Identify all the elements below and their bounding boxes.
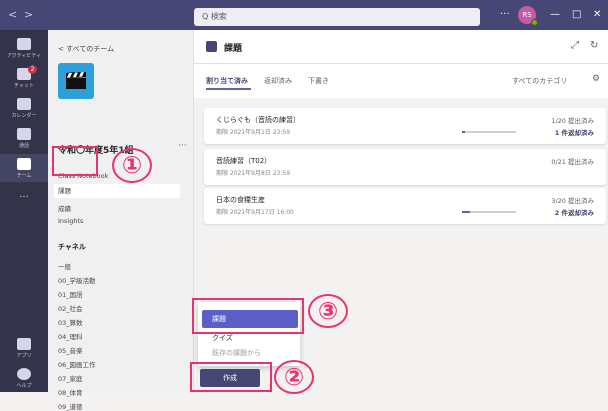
- marker-3: ③: [308, 294, 348, 328]
- forward-arrow-icon[interactable]: >: [24, 8, 33, 22]
- phone-icon: [17, 128, 31, 140]
- teams-icon: [17, 158, 31, 170]
- gear-icon[interactable]: ⚙: [592, 74, 600, 84]
- tab-assigned[interactable]: 割り当て済み: [206, 76, 248, 86]
- channel-item[interactable]: 02_社会: [58, 303, 83, 313]
- notification-badge: 2: [28, 65, 37, 74]
- assignment-due: 期限 2021年9月8日 23:59: [216, 170, 291, 177]
- assignment-due: 期限 2021年9月1日 23:59: [216, 129, 291, 136]
- rail-label: カレンダー: [11, 113, 37, 119]
- rail-label: ヘルプ: [16, 383, 32, 389]
- rail-label: 通話: [18, 143, 29, 149]
- highlight-box-assignment-item: [192, 298, 304, 334]
- highlight-box-assignments: [52, 146, 98, 176]
- rail-item-teams[interactable]: チーム: [0, 154, 48, 182]
- rail-label: アプリ: [16, 353, 32, 359]
- progress-fill: [462, 211, 471, 213]
- minimize-button[interactable]: —: [550, 8, 560, 22]
- channels-header: チャネル: [58, 243, 86, 251]
- rail-label: チャット: [14, 83, 34, 89]
- avatar[interactable]: RS: [518, 6, 538, 26]
- channel-item[interactable]: 00_学級活動: [58, 275, 96, 285]
- team-avatar: [58, 63, 94, 99]
- menu-item-from-existing[interactable]: 既存の課題から: [202, 346, 298, 360]
- rail-item-more[interactable]: ···: [0, 190, 48, 203]
- nav-item-insights[interactable]: Insights: [58, 217, 83, 225]
- marker-1: ①: [112, 148, 152, 183]
- team-pane: < すべてのチーム 令和〇年度5年1組 ··· Class Notebook 課…: [48, 30, 194, 411]
- assignment-title: 日本の食糧生産: [216, 196, 265, 204]
- channel-item[interactable]: 05_音楽: [58, 345, 83, 355]
- search-input[interactable]: Q 検索: [194, 8, 480, 26]
- expand-icon[interactable]: ⤢: [571, 40, 579, 51]
- returned-count: 1 件返却済み: [554, 129, 594, 137]
- marker-2: ②: [274, 360, 314, 394]
- submitted-count: 0/21 提出済み: [551, 158, 594, 166]
- progress-bar: [462, 211, 516, 213]
- apps-icon: [17, 338, 31, 350]
- rail-item-apps[interactable]: アプリ: [0, 338, 48, 359]
- assignments-icon: [206, 41, 217, 52]
- rail-item-activity[interactable]: アクティビティ: [0, 38, 48, 59]
- tab-drafts[interactable]: 下書き: [308, 76, 329, 86]
- tab-returned[interactable]: 返却済み: [264, 76, 292, 86]
- help-icon: [17, 368, 31, 380]
- bell-icon: [17, 38, 31, 50]
- team-more-button[interactable]: ···: [178, 141, 187, 151]
- category-filter[interactable]: すべてのカテゴリ: [512, 76, 567, 86]
- refresh-icon[interactable]: ↻: [590, 40, 598, 51]
- assignment-card[interactable]: 音読練習（T02） 期限 2021年9月8日 23:59 0/21 提出済み: [204, 149, 606, 185]
- assignment-due: 期限 2021年9月17日 16:00: [216, 209, 294, 216]
- channel-item[interactable]: 一般: [58, 261, 71, 271]
- submitted-count: 3/20 提出済み: [551, 197, 594, 205]
- channel-item[interactable]: 08_体育: [58, 387, 83, 397]
- assignment-title: くじらぐも（音読の練習）: [216, 116, 300, 124]
- submitted-count: 1/20 提出済み: [551, 117, 594, 125]
- more-options-icon[interactable]: ···: [500, 8, 510, 22]
- more-icon: ···: [19, 192, 29, 203]
- calendar-icon: [17, 98, 31, 110]
- assignment-card[interactable]: くじらぐも（音読の練習） 期限 2021年9月1日 23:59 1/20 提出済…: [204, 108, 606, 144]
- progress-fill: [462, 131, 465, 133]
- returned-count: 2 件返却済み: [554, 209, 594, 217]
- channel-item[interactable]: 03_算数: [58, 317, 83, 327]
- page-title: 課題: [224, 44, 243, 54]
- rail-item-chat[interactable]: 2 チャット: [0, 65, 48, 89]
- rail-item-calendar[interactable]: カレンダー: [0, 98, 48, 119]
- rail-label: チーム: [16, 173, 32, 179]
- title-bar: < > Q 検索 ··· RS — □ ✕: [0, 0, 608, 30]
- tab-bar: 割り当て済み 返却済み 下書き すべてのカテゴリ ⚙: [194, 64, 608, 98]
- channel-item[interactable]: 07_家庭: [58, 373, 83, 383]
- rail-item-help[interactable]: ヘルプ: [0, 368, 48, 389]
- channel-item[interactable]: 09_道徳: [58, 401, 83, 411]
- presence-icon: [531, 19, 538, 26]
- close-button[interactable]: ✕: [593, 8, 601, 22]
- channel-item[interactable]: 01_国語: [58, 289, 83, 299]
- back-arrow-icon[interactable]: <: [8, 8, 17, 22]
- rail-label: アクティビティ: [6, 53, 42, 59]
- highlight-box-create: [190, 362, 272, 392]
- nav-item-grades[interactable]: 成績: [58, 203, 71, 213]
- assignment-card[interactable]: 日本の食糧生産 期限 2021年9月17日 16:00 3/20 提出済み 2 …: [204, 188, 606, 224]
- app-rail: アクティビティ 2 チャット カレンダー 通話 チーム ··· アプリ ヘルプ: [0, 30, 48, 392]
- panel-header: 課題 ⤢ ↻: [194, 30, 608, 64]
- channel-item[interactable]: 04_理科: [58, 331, 83, 341]
- progress-bar: [462, 131, 516, 133]
- channel-item[interactable]: 06_図画工作: [58, 359, 96, 369]
- assignment-title: 音読練習（T02）: [216, 157, 272, 165]
- clapperboard-icon: [66, 72, 86, 89]
- nav-item-assignments[interactable]: 課題: [54, 184, 180, 198]
- rail-item-calls[interactable]: 通話: [0, 128, 48, 149]
- maximize-button[interactable]: □: [572, 8, 581, 22]
- avatar-initials: RS: [522, 11, 532, 19]
- all-teams-link[interactable]: < すべてのチーム: [58, 44, 114, 54]
- active-tab-indicator: [206, 88, 251, 90]
